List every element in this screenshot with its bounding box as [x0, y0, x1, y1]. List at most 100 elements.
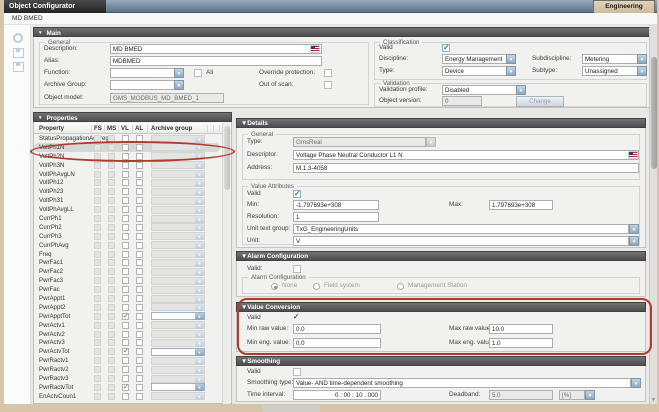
- al-checkbox[interactable]: [136, 286, 143, 293]
- archive-group-dropdown-icon[interactable]: [195, 384, 204, 391]
- vl-checkbox[interactable]: [122, 366, 129, 373]
- archive-group-select[interactable]: [151, 170, 205, 178]
- al-checkbox[interactable]: [136, 331, 143, 338]
- ms-checkbox[interactable]: [108, 162, 115, 169]
- property-row[interactable]: PwrFac2: [34, 267, 220, 276]
- fs-checkbox[interactable]: [94, 384, 101, 391]
- address-input[interactable]: M.1.3-4058: [293, 163, 639, 173]
- alias-input[interactable]: MDBMED: [110, 56, 322, 66]
- ms-checkbox[interactable]: [108, 242, 115, 249]
- properties-scrollbar[interactable]: [222, 123, 230, 404]
- archive-group-dropdown-icon[interactable]: [195, 269, 204, 276]
- al-checkbox[interactable]: [136, 268, 143, 275]
- archive-group-dropdown-icon[interactable]: [195, 162, 204, 169]
- archive-group-select[interactable]: [151, 286, 205, 294]
- ms-checkbox[interactable]: [108, 233, 115, 240]
- archive-group-select[interactable]: [151, 375, 205, 383]
- property-row[interactable]: CurrPhAvg: [34, 241, 220, 250]
- property-row[interactable]: PwrActv1: [34, 321, 220, 330]
- vl-checkbox[interactable]: [122, 206, 129, 213]
- property-row[interactable]: PwrRactvTot: [34, 383, 220, 392]
- alarm-field-system-radio[interactable]: [313, 283, 320, 290]
- max-input[interactable]: 1.797693e+308: [489, 200, 553, 210]
- scroll-down-icon[interactable]: ▼: [651, 397, 656, 403]
- property-row[interactable]: PwrFac: [34, 285, 220, 294]
- property-row[interactable]: PwrRactv1: [34, 356, 220, 365]
- all-checkbox[interactable]: [194, 69, 202, 77]
- ms-checkbox[interactable]: [108, 366, 115, 373]
- al-checkbox[interactable]: [136, 313, 143, 320]
- al-checkbox[interactable]: [136, 171, 143, 178]
- property-row[interactable]: CurrPh2: [34, 223, 220, 232]
- ms-checkbox[interactable]: [108, 339, 115, 346]
- alarm-none-radio[interactable]: [271, 283, 278, 290]
- min-input[interactable]: -1.797693e+308: [293, 200, 379, 210]
- function-dropdown-icon[interactable]: [174, 68, 184, 78]
- vl-checkbox[interactable]: [122, 304, 129, 311]
- property-row[interactable]: PwrActvTot: [34, 347, 220, 356]
- fs-checkbox[interactable]: [94, 197, 101, 204]
- property-row[interactable]: CurrPh1: [34, 214, 220, 223]
- archive-group-dropdown-icon[interactable]: [195, 198, 204, 205]
- subdiscipline-dropdown-icon[interactable]: [637, 54, 647, 64]
- archive-group-select[interactable]: [151, 277, 205, 285]
- fs-checkbox[interactable]: [94, 188, 101, 195]
- details-section-header[interactable]: Details: [236, 118, 646, 128]
- scrollbar-thumb[interactable]: [651, 57, 657, 169]
- property-row[interactable]: PwrApptTot: [34, 312, 220, 321]
- al-checkbox[interactable]: [136, 197, 143, 204]
- vl-checkbox[interactable]: [122, 197, 129, 204]
- archive-group-select[interactable]: [151, 161, 205, 169]
- fs-checkbox[interactable]: [94, 162, 101, 169]
- al-checkbox[interactable]: [136, 277, 143, 284]
- property-row[interactable]: Freq: [34, 250, 220, 259]
- archive-group-select[interactable]: [151, 215, 205, 223]
- vl-checkbox[interactable]: [122, 215, 129, 222]
- vl-checkbox[interactable]: [122, 277, 129, 284]
- alarm-section-header[interactable]: Alarm Configuration: [236, 251, 646, 261]
- al-checkbox[interactable]: [136, 339, 143, 346]
- ms-checkbox[interactable]: [108, 322, 115, 329]
- ms-checkbox[interactable]: [108, 197, 115, 204]
- ms-checkbox[interactable]: [108, 295, 115, 302]
- al-checkbox[interactable]: [136, 259, 143, 266]
- archive-group-dropdown-icon[interactable]: [195, 278, 204, 285]
- al-checkbox[interactable]: [136, 242, 143, 249]
- vl-checkbox[interactable]: [122, 313, 129, 320]
- al-checkbox[interactable]: [136, 162, 143, 169]
- archive-group-select[interactable]: [151, 197, 205, 205]
- al-checkbox[interactable]: [136, 304, 143, 311]
- fs-checkbox[interactable]: [94, 224, 101, 231]
- ms-checkbox[interactable]: [108, 384, 115, 391]
- archive-group-dropdown-icon[interactable]: [195, 349, 204, 356]
- al-checkbox[interactable]: [136, 357, 143, 364]
- ms-checkbox[interactable]: [108, 179, 115, 186]
- scrollbar-thumb[interactable]: [224, 126, 230, 190]
- property-row[interactable]: VoltPhAvgLL: [34, 205, 220, 214]
- al-checkbox[interactable]: [136, 179, 143, 186]
- fs-checkbox[interactable]: [94, 339, 101, 346]
- archive-group-dropdown-icon[interactable]: [174, 80, 184, 90]
- col-vl[interactable]: VL: [121, 125, 129, 132]
- vl-checkbox[interactable]: [122, 179, 129, 186]
- property-row[interactable]: EnActvCoun1: [34, 392, 220, 401]
- fs-checkbox[interactable]: [94, 206, 101, 213]
- archive-group-select[interactable]: [151, 259, 205, 267]
- al-checkbox[interactable]: [136, 366, 143, 373]
- ms-checkbox[interactable]: [108, 224, 115, 231]
- archive-group-select[interactable]: [151, 232, 205, 240]
- validation-profile-dropdown-icon[interactable]: [516, 85, 526, 95]
- vl-checkbox[interactable]: [122, 393, 129, 400]
- archive-group-dropdown-icon[interactable]: [195, 136, 204, 143]
- va-valid-checkbox[interactable]: [293, 190, 301, 198]
- archive-group-dropdown-icon[interactable]: [195, 313, 204, 320]
- archive-group-select[interactable]: [151, 339, 205, 347]
- smoothing-type-select[interactable]: Value- AND time-dependent smoothing: [293, 378, 631, 388]
- unit-text-group-dropdown-icon[interactable]: [629, 224, 639, 234]
- archive-group-dropdown-icon[interactable]: [195, 251, 204, 258]
- fs-checkbox[interactable]: [94, 233, 101, 240]
- fs-checkbox[interactable]: [94, 215, 101, 222]
- fs-checkbox[interactable]: [94, 393, 101, 400]
- fs-checkbox[interactable]: [94, 251, 101, 258]
- main-panel-header[interactable]: Main: [33, 27, 651, 37]
